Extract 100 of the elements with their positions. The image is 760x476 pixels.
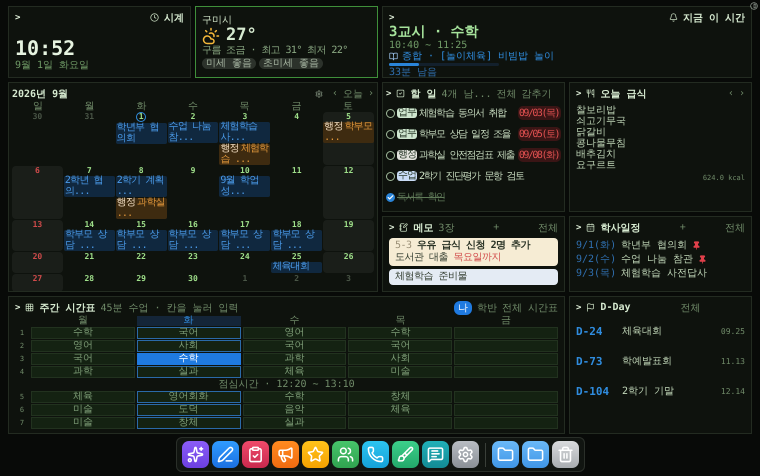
memo-note[interactable]: 체험학습 준비물 — [389, 269, 558, 285]
today-button[interactable]: 오늘 — [342, 86, 363, 100]
timetable-cell[interactable]: 과학 — [31, 366, 135, 378]
day-cell[interactable]: 23 — [168, 252, 218, 272]
calendar-event[interactable]: 체험학습 사... — [219, 122, 270, 143]
dock-app-button[interactable] — [332, 441, 358, 468]
todo-checkbox[interactable] — [386, 172, 395, 180]
timetable-cell[interactable]: 수학 — [136, 353, 241, 365]
day-cell[interactable]: 11 — [271, 166, 322, 219]
mine-badge[interactable]: 나 — [454, 300, 472, 314]
day-cell[interactable]: 22 — [116, 252, 167, 272]
calendar-event[interactable]: 학부모 상담 ... — [271, 230, 322, 251]
timetable-cell[interactable]: 수학 — [31, 327, 135, 339]
previous-day-button[interactable]: ‹ — [728, 88, 734, 99]
timetable-cell[interactable]: 실과 — [242, 417, 346, 429]
memo-note[interactable]: 5-3 우유 급식 신청 2명 추가 도서관 대출 목요일까지 — [389, 238, 558, 266]
calendar-event[interactable]: 9월 학업성... — [219, 176, 270, 197]
day-cell[interactable]: 16 학부모 상담 ... — [168, 220, 218, 251]
calendar-event[interactable]: 행정 학부모 ... — [323, 122, 374, 143]
weekend-day-cell[interactable]: 19 — [323, 220, 374, 251]
timetable-cell[interactable] — [454, 340, 558, 352]
timetable-cell[interactable]: 사회 — [136, 340, 241, 352]
all-link[interactable]: 전체 — [680, 300, 700, 314]
hide-link[interactable]: 감추기 — [522, 86, 552, 100]
dock-app-button[interactable] — [552, 441, 578, 468]
timetable-cell[interactable] — [454, 353, 558, 365]
day-cell[interactable]: 30 — [168, 274, 218, 291]
dock-app-button[interactable] — [302, 441, 328, 468]
timetable-cell[interactable] — [454, 417, 558, 429]
day-cell[interactable]: 17 학부모 상담 ... — [219, 220, 270, 251]
timetable-cell[interactable]: 미술 — [31, 417, 135, 429]
calendar-event[interactable]: 학부모 상담 ... — [116, 230, 167, 251]
day-cell[interactable]: 4 — [271, 112, 322, 165]
day-cell[interactable]: 3 체험학습 사... 행정 체험학습 ... — [219, 112, 270, 165]
add-button[interactable]: + — [493, 222, 500, 233]
calendar-event[interactable]: 행정 과학실 ... — [116, 198, 167, 219]
dock-app-button[interactable] — [362, 441, 388, 468]
timetable-cell[interactable]: 도덕 — [136, 404, 241, 416]
todo-checkbox[interactable] — [386, 192, 395, 202]
timetable-cell[interactable]: 국어 — [348, 340, 452, 352]
calendar-event[interactable]: 2학년 협의... — [64, 176, 115, 197]
all-link[interactable]: 전체 — [496, 86, 517, 100]
add-button[interactable]: + — [680, 222, 686, 233]
timetable-cell[interactable]: 과학 — [242, 353, 346, 365]
timetable-cell[interactable] — [454, 327, 558, 339]
calendar-event[interactable]: 학년부 협의회 — [116, 123, 167, 144]
day-cell[interactable]: 1 학년부 협의회 — [116, 112, 167, 165]
timetable-cell[interactable]: 미술 — [31, 404, 135, 416]
previous-month-button[interactable]: ‹ — [332, 88, 338, 99]
weekend-day-cell[interactable]: 13 — [12, 220, 63, 251]
next-month-button[interactable]: › — [368, 88, 374, 99]
day-cell[interactable]: 25 체육대회 — [271, 252, 322, 272]
dock-app-button[interactable] — [182, 441, 208, 468]
day-cell[interactable]: 9 — [168, 166, 218, 219]
timetable-cell[interactable]: 국어 — [136, 327, 241, 339]
timetable-cell[interactable]: 국어 — [31, 353, 135, 365]
timetable-cell[interactable]: 실과 — [136, 366, 241, 378]
weekend-day-cell[interactable]: 27 — [12, 274, 63, 291]
dock-app-button[interactable] — [212, 441, 238, 468]
theme-toggle-icon[interactable] — [750, 2, 758, 10]
calendar-event[interactable]: 학부모 상담 ... — [64, 230, 115, 251]
calendar-event[interactable]: 행정 체험학습 ... — [219, 144, 270, 165]
todo-checkbox[interactable] — [386, 150, 395, 160]
weekend-day-cell[interactable]: 6 — [12, 166, 63, 219]
todo-checkbox[interactable] — [386, 108, 395, 118]
timetable-cell[interactable]: 영어 — [242, 327, 346, 339]
timetable-cell[interactable]: 수학 — [242, 391, 346, 403]
timetable-cell[interactable]: 영어 — [31, 340, 135, 352]
day-cell[interactable]: 18 학부모 상담 ... — [271, 220, 322, 251]
dock-app-button[interactable] — [392, 441, 418, 468]
timetable-cell[interactable] — [454, 404, 558, 416]
timetable-cell[interactable] — [348, 417, 452, 429]
day-cell[interactable]: 29 — [116, 274, 167, 291]
timetable-cell[interactable]: 미술 — [348, 366, 452, 378]
all-timetable-link[interactable]: 전체 시간표 — [502, 300, 558, 314]
weekend-day-cell[interactable]: 5 행정 학부모 ... — [323, 112, 374, 165]
day-cell[interactable]: 14 학부모 상담 ... — [64, 220, 115, 251]
calendar-event[interactable]: 수업 나눔 참... — [168, 122, 218, 143]
timetable-cell[interactable]: 사회 — [348, 353, 452, 365]
day-cell[interactable]: 7 2학년 협의... — [64, 166, 115, 219]
timetable-cell[interactable]: 창체 — [136, 417, 241, 429]
day-cell[interactable]: 28 — [64, 274, 115, 291]
timetable-cell[interactable]: 수학 — [348, 327, 452, 339]
calendar-event[interactable]: 체육대회 — [271, 262, 322, 272]
all-link[interactable]: 전체 — [725, 220, 746, 234]
calendar-event[interactable]: 2학기 계획 ... — [116, 176, 167, 197]
weekend-day-cell[interactable]: 26 — [323, 252, 374, 272]
timetable-cell[interactable]: 영어회화 — [136, 391, 241, 403]
dock-app-button[interactable] — [242, 441, 268, 468]
dock-app-button[interactable] — [422, 441, 448, 468]
day-cell[interactable]: 8 2학기 계획 ... 행정 과학실 ... — [116, 166, 167, 219]
weekend-day-cell[interactable]: 20 — [12, 252, 63, 272]
timetable-cell[interactable]: 창체 — [348, 391, 452, 403]
todo-checkbox[interactable] — [386, 130, 395, 138]
calendar-event[interactable]: 학부모 상담 ... — [219, 230, 270, 251]
calendar-event[interactable]: 학부모 상담 ... — [168, 230, 218, 251]
timetable-cell[interactable] — [454, 391, 558, 403]
settings-icon[interactable] — [314, 90, 323, 98]
timetable-cell[interactable]: 체육 — [242, 366, 346, 378]
day-cell[interactable]: 2 수업 나눔 참... — [168, 112, 218, 165]
